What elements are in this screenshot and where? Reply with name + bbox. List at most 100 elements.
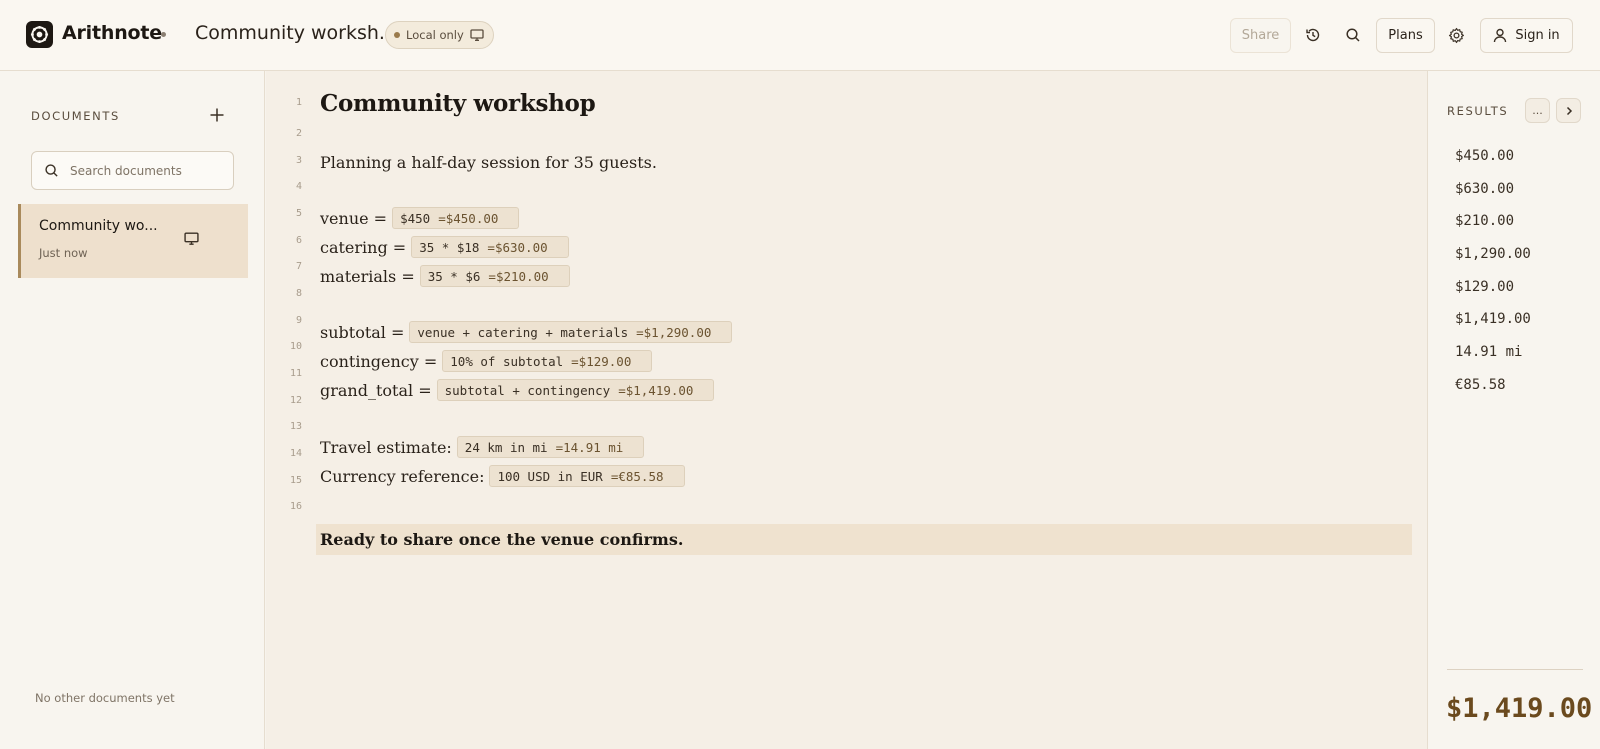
line-number: 14	[289, 448, 302, 459]
result-value: $450.00	[1455, 148, 1515, 164]
user-icon	[1494, 28, 1507, 43]
local-only-badge: Local only	[385, 21, 494, 49]
collapse-results-button[interactable]	[1556, 98, 1581, 123]
expression-text: 35 * $18	[419, 239, 480, 255]
app-logo-icon[interactable]	[26, 21, 53, 48]
result-value: 14.91 mi	[1455, 344, 1523, 360]
inline-result: =$450.00	[438, 210, 499, 226]
result-value: $1,419.00	[1455, 311, 1531, 327]
document-heading: Community workshop	[320, 90, 596, 117]
document-item-time: Just now	[39, 246, 88, 260]
result-value: $1,290.00	[1455, 246, 1531, 262]
gear-icon[interactable]	[1442, 21, 1470, 49]
search-icon	[32, 152, 70, 189]
line-number: 13	[289, 421, 302, 432]
document-list-item[interactable]: Community wo... Just now	[18, 204, 248, 278]
no-documents-text: No other documents yet	[35, 691, 175, 705]
sign-in-label: Sign in	[1515, 28, 1560, 43]
line-number: 6	[295, 235, 302, 246]
results-panel: RESULTS ... $450.00 $630.00 $210.00 $1,2…	[1427, 71, 1600, 749]
line-number: 2	[295, 128, 302, 139]
badge-label: Local only	[406, 28, 464, 42]
document-search	[31, 151, 234, 190]
expression-text: subtotal + contingency	[444, 382, 611, 398]
inline-result: =$210.00	[488, 268, 549, 284]
expression-text: 10% of subtotal	[450, 353, 564, 369]
more-options-button[interactable]: ...	[1525, 98, 1550, 123]
inline-result: =14.91 mi	[555, 439, 624, 455]
calc-line: catering = 35 * $18 =$630.00	[320, 236, 569, 258]
expression-text: 35 * $6	[427, 268, 481, 284]
line-number: 9	[295, 315, 302, 326]
expression-chip[interactable]: 100 USD in EUR =€85.58	[489, 465, 685, 487]
inline-result: =$630.00	[487, 239, 548, 255]
expression-chip[interactable]: 35 * $18 =$630.00	[411, 236, 569, 258]
calc-line: Currency reference: 100 USD in EUR =€85.5…	[320, 465, 685, 487]
expression-text: 24 km in mi	[464, 439, 548, 455]
line-number: 12	[289, 395, 302, 406]
calc-label: Travel estimate:	[320, 437, 452, 457]
document-editor[interactable]: 1 2 3 4 5 6 7 8 9 10 11 12 13 14 15 16 C…	[266, 71, 1427, 749]
calc-label: Currency reference:	[320, 466, 485, 486]
expression-chip[interactable]: 35 * $6 =$210.00	[419, 265, 570, 287]
line-number: 16	[289, 501, 302, 512]
results-heading: RESULTS	[1447, 104, 1509, 118]
line-number: 3	[295, 155, 302, 166]
inline-result: =$129.00	[571, 353, 632, 369]
plans-button[interactable]: Plans	[1376, 18, 1435, 53]
line-number: 1	[295, 97, 302, 108]
result-value: $210.00	[1455, 213, 1515, 229]
search-icon[interactable]	[1339, 21, 1367, 49]
line-number-gutter: 1 2 3 4 5 6 7 8 9 10 11 12 13 14 15 16	[266, 71, 312, 749]
expression-text: $450	[400, 210, 431, 226]
top-bar: Arithnote Community worksh... Local only…	[0, 0, 1600, 71]
history-icon[interactable]	[1299, 21, 1327, 49]
line-number: 7	[295, 261, 302, 272]
results-divider	[1447, 669, 1583, 670]
result-value: $129.00	[1455, 279, 1515, 295]
expression-chip[interactable]: venue + catering + materials =$1,290.00	[409, 321, 733, 343]
chevron-right-icon	[1566, 106, 1572, 115]
expression-chip[interactable]: 24 km in mi =14.91 mi	[456, 436, 645, 458]
line-number: 5	[295, 208, 302, 219]
expression-chip[interactable]: subtotal + contingency =$1,419.00	[436, 379, 715, 401]
calc-label: materials =	[320, 266, 415, 286]
expression-text: 100 USD in EUR	[497, 468, 603, 484]
inline-result: =€85.58	[610, 468, 664, 484]
line-number: 4	[295, 181, 302, 192]
add-document-icon[interactable]	[206, 104, 228, 126]
calc-line: subtotal = venue + catering + materials =…	[320, 321, 733, 343]
calc-line: materials = 35 * $6 =$210.00	[320, 265, 570, 287]
document-title[interactable]: Community worksh...	[195, 22, 397, 44]
monitor-icon	[184, 232, 199, 245]
line-number: 15	[289, 475, 302, 486]
line-number: 10	[289, 341, 302, 352]
calc-label: subtotal =	[320, 322, 405, 342]
app-name: Arithnote	[62, 22, 162, 44]
document-item-title: Community wo...	[39, 218, 158, 234]
documents-heading: DOCUMENTS	[31, 109, 120, 123]
calc-label: grand_total =	[320, 380, 432, 400]
line-number: 11	[289, 368, 302, 379]
calc-line: venue = $450 =$450.00	[320, 207, 520, 229]
inline-result: =$1,290.00	[636, 324, 712, 340]
calc-line: Travel estimate: 24 km in mi =14.91 mi	[320, 436, 645, 458]
calc-line: contingency = 10% of subtotal =$129.00	[320, 350, 653, 372]
result-value: €85.58	[1455, 377, 1506, 393]
grand-total-value: $1,419.00	[1446, 693, 1593, 724]
search-documents-input[interactable]	[70, 163, 220, 178]
share-button[interactable]: Share	[1230, 18, 1291, 53]
title-separator	[161, 32, 166, 37]
closing-line: Ready to share once the venue confirms.	[320, 530, 684, 549]
expression-chip[interactable]: 10% of subtotal =$129.00	[442, 350, 653, 372]
status-dot-icon	[394, 32, 400, 38]
monitor-icon	[470, 29, 484, 41]
calc-label: venue =	[320, 208, 388, 228]
calc-label: contingency =	[320, 351, 438, 371]
inline-result: =$1,419.00	[618, 382, 694, 398]
intro-line: Planning a half-day session for 35 guest…	[320, 153, 657, 172]
expression-chip[interactable]: $450 =$450.00	[392, 207, 520, 229]
line-number: 8	[295, 288, 302, 299]
calc-line: grand_total = subtotal + contingency =$1,…	[320, 379, 715, 401]
sign-in-button[interactable]: Sign in	[1480, 18, 1573, 53]
